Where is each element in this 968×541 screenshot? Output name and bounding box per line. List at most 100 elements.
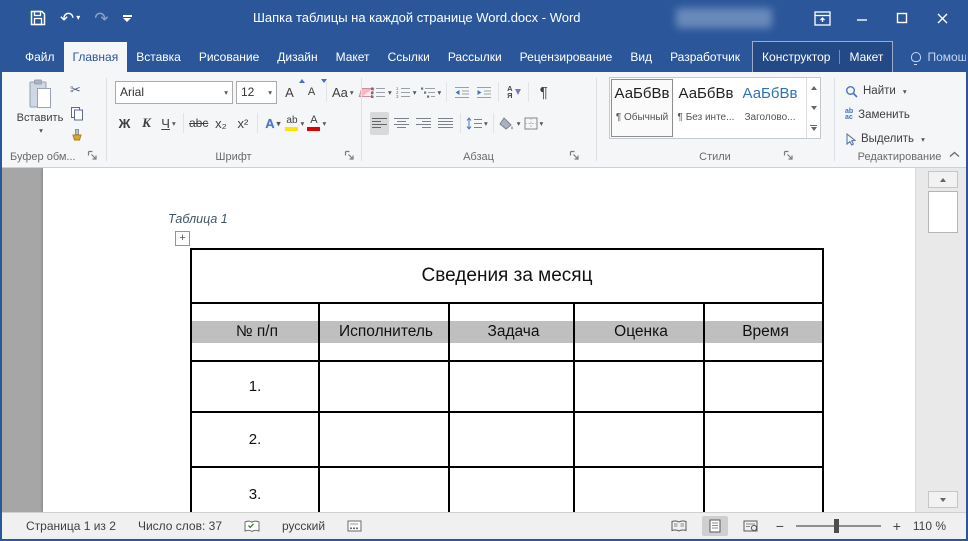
table-cell[interactable] xyxy=(319,361,449,412)
select-button[interactable]: Выделить ▾ xyxy=(845,128,925,150)
table-cell[interactable] xyxy=(319,412,449,467)
sort-button[interactable]: А Я xyxy=(504,81,523,104)
justify-button[interactable] xyxy=(436,112,455,135)
table-header-cell[interactable]: Время xyxy=(704,303,823,361)
styles-scroll-up-button[interactable] xyxy=(807,78,820,98)
paste-button[interactable]: Вставить ▾ xyxy=(14,79,66,155)
change-case-button[interactable]: Aa▾ xyxy=(332,81,354,104)
style-item-heading1[interactable]: АаБбВв Заголово... xyxy=(738,78,802,138)
select-dropdown-icon[interactable]: ▾ xyxy=(921,135,925,144)
maximize-button[interactable] xyxy=(882,0,922,36)
shrink-font-button[interactable]: А xyxy=(302,81,321,104)
minimize-button[interactable] xyxy=(842,0,882,36)
macro-record-icon[interactable] xyxy=(347,520,362,532)
font-color-button[interactable]: А ▾ xyxy=(307,112,326,135)
tab-mailings[interactable]: Рассылки xyxy=(439,42,511,72)
tell-me-button[interactable]: Помощн xyxy=(905,42,968,72)
collapse-ribbon-button[interactable] xyxy=(949,147,960,161)
table-cell[interactable] xyxy=(319,467,449,512)
italic-button[interactable]: К xyxy=(137,112,156,135)
copy-button[interactable] xyxy=(70,105,84,121)
find-button[interactable]: Найти ▾ xyxy=(845,80,925,102)
scroll-down-button[interactable] xyxy=(928,491,958,508)
zoom-level[interactable]: 110 % xyxy=(913,519,946,533)
superscript-button[interactable]: x² xyxy=(233,112,252,135)
scroll-up-button[interactable] xyxy=(928,171,958,188)
paragraph-dialog-launcher[interactable] xyxy=(569,150,581,162)
font-size-dropdown-icon[interactable]: ▾ xyxy=(268,88,272,97)
grow-font-button[interactable]: А xyxy=(280,81,299,104)
text-effects-dropdown-icon[interactable]: ▾ xyxy=(277,119,281,128)
tab-insert[interactable]: Вставка xyxy=(127,42,190,72)
tab-references[interactable]: Ссылки xyxy=(379,42,439,72)
undo-dropdown-icon[interactable]: ▾ xyxy=(76,14,80,22)
show-paragraph-marks-button[interactable]: ¶ xyxy=(534,81,553,104)
ribbon-display-options-button[interactable] xyxy=(802,0,842,36)
align-center-button[interactable] xyxy=(392,112,411,135)
table-header-cell[interactable]: № п/п xyxy=(191,303,319,361)
page-indicator[interactable]: Страница 1 из 2 xyxy=(26,519,116,533)
document-page[interactable]: Таблица 1 + Сведения за месяц № п/п Испо… xyxy=(43,168,915,512)
table-cell[interactable] xyxy=(704,467,823,512)
row-number-cell[interactable]: 1. xyxy=(191,361,319,412)
find-dropdown-icon[interactable]: ▾ xyxy=(903,87,907,96)
zoom-slider-thumb[interactable] xyxy=(834,519,839,533)
customize-qat-button[interactable] xyxy=(123,15,132,22)
tab-home[interactable]: Главная xyxy=(64,42,128,72)
clipboard-dialog-launcher[interactable] xyxy=(87,150,99,162)
table-header-cell[interactable]: Оценка xyxy=(574,303,704,361)
styles-more-button[interactable] xyxy=(807,118,820,138)
close-button[interactable] xyxy=(922,0,962,36)
font-color-dropdown-icon[interactable]: ▾ xyxy=(322,119,326,128)
table-title-cell[interactable]: Сведения за месяц xyxy=(191,249,823,303)
multilevel-list-button[interactable]: ▾ xyxy=(420,81,442,104)
language-indicator[interactable]: русский xyxy=(282,519,325,533)
table-move-handle[interactable]: + xyxy=(175,231,190,246)
styles-dialog-launcher[interactable] xyxy=(783,150,795,162)
font-name-dropdown-icon[interactable]: ▾ xyxy=(224,88,228,97)
table-header-cell[interactable]: Исполнитель xyxy=(319,303,449,361)
zoom-out-button[interactable]: − xyxy=(774,518,786,534)
tab-file[interactable]: Файл xyxy=(16,42,64,72)
line-spacing-button[interactable]: ▾ xyxy=(466,112,488,135)
underline-button[interactable]: Ч▾ xyxy=(159,112,178,135)
table-header-cell[interactable]: Задача xyxy=(449,303,574,361)
text-highlight-button[interactable]: ab ▾ xyxy=(285,112,304,135)
styles-scroll-down-button[interactable] xyxy=(807,98,820,118)
row-number-cell[interactable]: 2. xyxy=(191,412,319,467)
tab-table-layout[interactable]: Макет xyxy=(840,42,892,72)
format-painter-button[interactable] xyxy=(70,128,84,144)
numbering-button[interactable]: 123 ▾ xyxy=(395,81,417,104)
style-item-no-spacing[interactable]: АаБбВв ¶ Без инте... xyxy=(674,78,738,138)
shading-button[interactable]: ▾ xyxy=(499,112,521,135)
table-caption[interactable]: Таблица 1 xyxy=(168,212,228,226)
web-layout-button[interactable] xyxy=(738,516,764,536)
font-dialog-launcher[interactable] xyxy=(344,150,356,162)
bold-button[interactable]: Ж xyxy=(115,112,134,135)
row-number-cell[interactable]: 3. xyxy=(191,467,319,512)
font-size-combobox[interactable]: 12 ▾ xyxy=(236,81,277,104)
table-cell[interactable] xyxy=(574,412,704,467)
tab-developer[interactable]: Разработчик xyxy=(661,42,749,72)
highlight-dropdown-icon[interactable]: ▾ xyxy=(300,119,304,128)
underline-dropdown-icon[interactable]: ▾ xyxy=(172,119,176,128)
tab-design[interactable]: Дизайн xyxy=(268,42,326,72)
tab-review[interactable]: Рецензирование xyxy=(511,42,622,72)
strikethrough-button[interactable]: abc xyxy=(189,112,208,135)
print-layout-button[interactable] xyxy=(702,516,728,536)
undo-button[interactable]: ↶ ▾ xyxy=(60,10,80,27)
zoom-slider[interactable] xyxy=(796,525,881,527)
tab-view[interactable]: Вид xyxy=(621,42,661,72)
increase-indent-button[interactable] xyxy=(474,81,493,104)
redo-button[interactable]: ↷ xyxy=(94,10,108,27)
scrollbar-thumb[interactable] xyxy=(928,191,958,233)
text-effects-button[interactable]: А▾ xyxy=(263,112,282,135)
table-cell[interactable] xyxy=(704,412,823,467)
align-right-button[interactable] xyxy=(414,112,433,135)
bullets-button[interactable]: ▾ xyxy=(370,81,392,104)
read-mode-button[interactable] xyxy=(666,516,692,536)
table-cell[interactable] xyxy=(449,412,574,467)
vertical-scrollbar[interactable] xyxy=(915,168,966,512)
zoom-in-button[interactable]: + xyxy=(891,518,903,534)
paste-dropdown-icon[interactable]: ▾ xyxy=(39,126,43,135)
